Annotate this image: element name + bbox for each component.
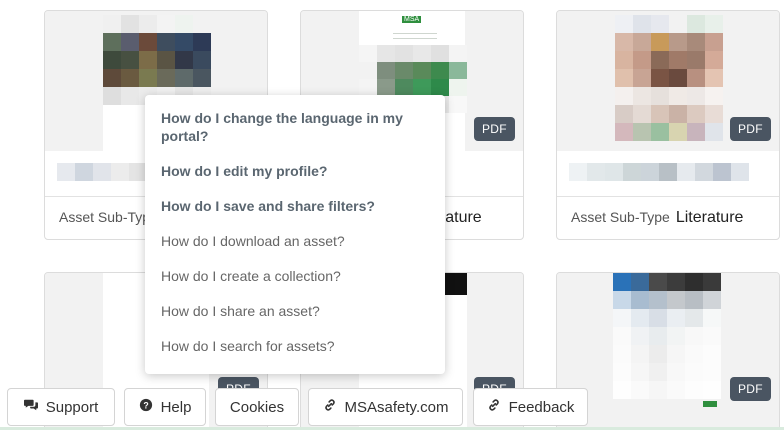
asset-card-3[interactable]: PDF Asset Sub-Type Literature xyxy=(556,10,780,240)
faq-item-search-assets[interactable]: How do I search for assets? xyxy=(145,337,445,355)
msasafety-link-button[interactable]: MSAsafety.com xyxy=(308,388,463,426)
thumbnail-image xyxy=(615,15,723,141)
cookies-button[interactable]: Cookies xyxy=(215,388,299,426)
faq-item-share-asset[interactable]: How do I share an asset? xyxy=(145,302,445,320)
pdf-badge: PDF xyxy=(474,117,515,141)
help-label: Help xyxy=(160,398,192,416)
feedback-button[interactable]: Feedback xyxy=(473,388,588,426)
asset-thumbnail[interactable] xyxy=(557,273,779,430)
pdf-badge: PDF xyxy=(730,377,771,401)
cookies-label: Cookies xyxy=(229,398,285,416)
asset-title xyxy=(569,163,749,181)
asset-card-6[interactable]: PDF xyxy=(556,272,780,430)
faq-item-create-collection[interactable]: How do I create a collection? xyxy=(145,267,445,285)
faq-item-download-asset[interactable]: How do I download an asset? xyxy=(145,232,445,250)
msa-logo: MSA xyxy=(402,16,422,23)
document-text-lines xyxy=(393,33,437,39)
asset-title xyxy=(57,163,147,181)
msa-logo xyxy=(703,401,717,407)
asset-subtype-value: Literature xyxy=(675,209,744,226)
faq-item-edit-profile[interactable]: How do I edit my profile? xyxy=(145,162,445,180)
thumbnail-image xyxy=(613,273,721,399)
support-label: Support xyxy=(45,398,99,416)
chat-bubbles-icon xyxy=(23,398,38,416)
pdf-badge: PDF xyxy=(730,117,771,141)
thumbnail-image xyxy=(103,15,211,105)
question-circle-icon: ? xyxy=(139,398,153,416)
link-icon xyxy=(323,398,337,416)
msasafety-label: MSAsafety.com xyxy=(344,398,449,416)
support-button[interactable]: Support xyxy=(7,388,115,426)
faq-item-change-language[interactable]: How do I change the language in my porta… xyxy=(145,109,445,145)
link-icon xyxy=(487,398,501,416)
asset-subtype-label: Asset Sub-Type xyxy=(571,209,670,225)
faq-dropdown: How do I change the language in my porta… xyxy=(145,95,445,374)
help-button[interactable]: ? Help xyxy=(124,388,206,426)
asset-subtype-label: Asset Sub-Typ xyxy=(59,209,151,225)
svg-text:?: ? xyxy=(143,401,148,411)
feedback-label: Feedback xyxy=(508,398,575,416)
faq-item-save-share-filters[interactable]: How do I save and share filters? xyxy=(145,197,445,215)
